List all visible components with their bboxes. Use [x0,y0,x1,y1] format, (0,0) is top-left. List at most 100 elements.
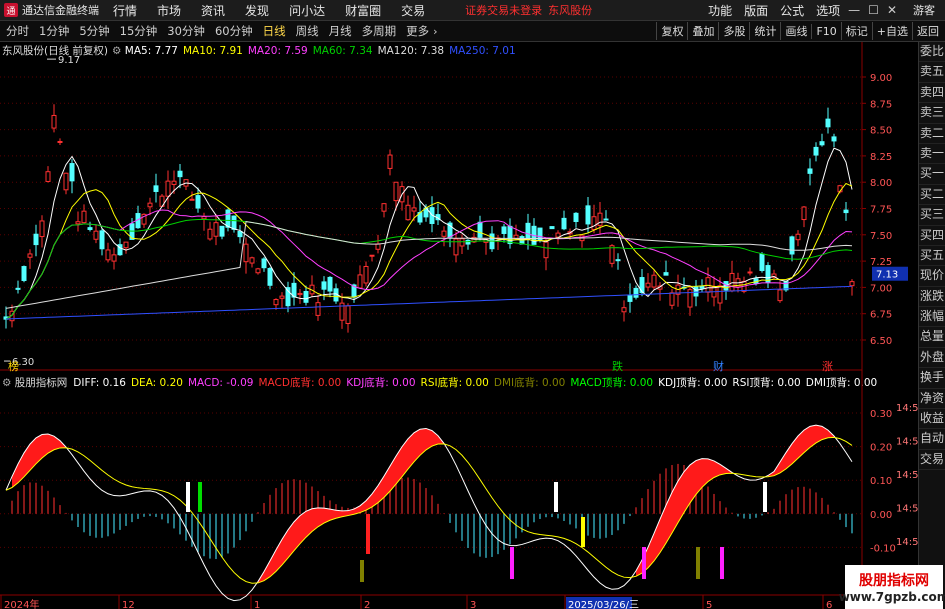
menu-item-discover[interactable]: 发现 [245,2,269,19]
date-label: 2024年 [4,598,39,609]
candle-body [327,276,333,292]
time-label: 14:56 [896,504,919,515]
menu-item-wealth[interactable]: 财富圈 [345,2,381,19]
candle-body [765,265,771,283]
diff-line [5,424,853,602]
stock-name-link[interactable]: 东风股份 [548,2,592,18]
close-icon[interactable]: ✕ [887,3,897,17]
menu-item-quotes[interactable]: 行情 [113,2,137,19]
menu-item-news[interactable]: 资讯 [201,2,225,19]
candle-body [465,239,471,245]
side-panel-item[interactable]: 交易 [919,450,945,471]
ma-line-250 [5,285,853,320]
candle-body [525,222,531,240]
side-panel-item[interactable]: 买五 [919,246,945,267]
candle-body [147,202,153,208]
maximize-icon[interactable]: ☐ [868,3,879,17]
side-panel-item[interactable]: 现价 [919,266,945,287]
menu-options[interactable]: 选项 [816,2,840,19]
menu-layout[interactable]: 版面 [744,2,768,19]
candle-body [789,236,795,255]
guest-label[interactable]: 游客 [913,2,935,18]
side-panel-item[interactable]: 买一 [919,164,945,185]
side-panel-item[interactable]: 涨跌 [919,287,945,308]
side-panel-item[interactable]: 卖四 [919,83,945,104]
period-tab-5min[interactable]: 5分钟 [79,23,109,39]
login-warning[interactable]: 证券交易未登录 [465,2,542,18]
side-panel-item[interactable]: 涨幅 [919,307,945,328]
period-tab-intraday[interactable]: 分时 [6,23,29,39]
toolbar-mark-button[interactable]: 标记 [840,22,872,40]
period-tab-60min[interactable]: 60分钟 [215,23,253,39]
menu-function[interactable]: 功能 [708,2,732,19]
toolbar-watchlist-button[interactable]: +自选 [871,22,912,40]
toolbar-f10-button[interactable]: F10 [811,23,840,39]
side-panel-item[interactable]: 买三 [919,205,945,226]
side-panel-item[interactable]: 卖五 [919,62,945,83]
menu-bar: 通 通达信金融终端 行情 市场 资讯 发现 问小达 财富圈 交易 证券交易未登录… [0,0,945,21]
period-tab-more[interactable]: 更多 [406,23,429,39]
candle-body [213,222,219,237]
minimize-icon[interactable]: — [848,3,860,17]
side-panel-item[interactable]: 净资 [919,389,945,410]
period-tab-15min[interactable]: 15分钟 [120,23,158,39]
toolbar-stats-button[interactable]: 统计 [749,22,780,40]
side-panel-item[interactable]: 收益 [919,409,945,430]
period-tab-weekly[interactable]: 周线 [296,23,319,39]
side-panel-item[interactable]: 卖一 [919,144,945,165]
quote-side-panel: 委比 卖五 卖四 卖三 卖二 卖一 买一 买二 买三 买四 买五 现价 涨跌 涨幅 总量 外盘 换手 净资 收益 自动… [918,42,945,609]
candle-body [243,243,249,263]
side-panel-item[interactable]: 卖二 [919,124,945,144]
candle-body [831,136,837,142]
menu-item-ask[interactable]: 问小达 [289,2,325,19]
divergence-signal [186,482,190,512]
price-tick-label: 7.25 [870,257,892,268]
candle-body [693,286,699,297]
period-tab-multi[interactable]: 多周期 [362,23,397,39]
candle-body [747,271,753,274]
period-tab-daily[interactable]: 日线 [263,23,286,39]
side-panel-item[interactable]: 自动 [919,429,945,450]
signal-marker: 财 [713,359,724,373]
date-label: 12 [122,600,135,609]
date-label: 6 [826,600,832,609]
chevron-right-icon[interactable]: › [433,25,437,38]
candle-body [189,198,195,201]
side-panel-item[interactable]: 换手 [919,368,945,389]
candle-body [69,163,75,182]
menu-item-trade[interactable]: 交易 [401,2,425,19]
menu-item-market[interactable]: 市场 [157,2,181,19]
candle-body [795,233,801,241]
toolbar-overlay-button[interactable]: 叠加 [687,22,718,40]
menu-formula[interactable]: 公式 [780,2,804,19]
signal-marker: 涨 [822,360,833,373]
price-tick-label: 8.50 [870,126,892,137]
chart-canvas[interactable]: 9.00 8.75 8.50 8.25 8.00 7.75 7.50 7.25 7.00 6.75… [0,42,919,609]
toolbar-adjust-button[interactable]: 复权 [656,22,687,40]
toolbar-back-button[interactable]: 返回 [912,22,943,40]
period-tab-monthly[interactable]: 月线 [329,23,352,39]
candle-body [615,259,621,262]
toolbar-multi-button[interactable]: 多股 [718,22,749,40]
period-tab-30min[interactable]: 30分钟 [167,23,205,39]
side-panel-item[interactable]: 总量 [919,327,945,348]
candle-body [651,274,657,288]
indicator-tick-label: 0.20 [870,443,892,454]
candle-body [171,180,177,185]
side-panel-item[interactable]: 外盘 [919,348,945,369]
date-label: 5 [706,600,712,609]
side-panel-item[interactable]: 卖三 [919,103,945,124]
candle-body [201,216,207,220]
period-tab-1min[interactable]: 1分钟 [39,23,69,39]
price-tick-label: 9.00 [870,73,892,84]
candle-body [315,302,321,316]
candle-body [585,205,591,225]
candle-body [255,268,261,274]
toolbar-draw-button[interactable]: 画线 [780,22,811,40]
side-panel-item[interactable]: 委比 [919,42,945,63]
side-panel-item[interactable]: 买四 [919,226,945,246]
price-tick-label: 8.25 [870,152,892,163]
side-panel-item[interactable]: 买二 [919,185,945,206]
candle-body [459,238,465,247]
candle-body [393,181,399,202]
